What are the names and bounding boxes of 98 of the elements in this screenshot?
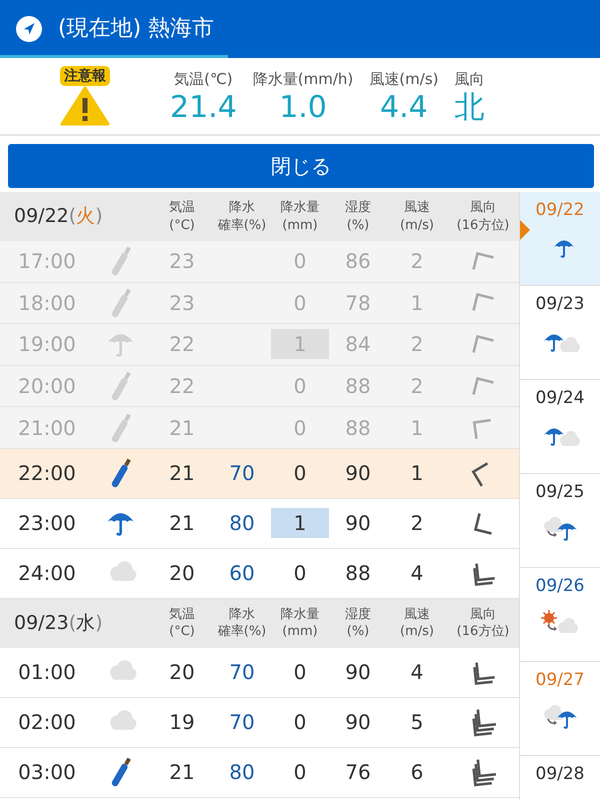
- reading-label: 降水量(mm/h): [252, 69, 354, 90]
- table-cell-text: 23: [169, 248, 195, 276]
- column-header: 風向 (16方位): [456, 606, 510, 642]
- table-cell-text: 2: [410, 373, 424, 400]
- column-header: 降水 確率(%): [216, 198, 268, 234]
- day-tab[interactable]: 09/23: [520, 286, 600, 380]
- table-cell-text: 20: [169, 659, 195, 686]
- table-cell-text: 86: [345, 248, 371, 276]
- column-header: 気温 (°C): [168, 198, 196, 234]
- table-cell-text: 20: [169, 560, 195, 588]
- table-cell-text: 2: [410, 510, 424, 538]
- table-cell: 1: [271, 508, 329, 538]
- column-header: 風速 (m/s): [399, 606, 435, 642]
- table-cell-text: 22: [169, 373, 195, 400]
- column-header: 降水 確率(%): [216, 606, 268, 642]
- table-cell-text: 1: [410, 290, 424, 317]
- location-title: (現在地) 熱海市: [58, 16, 214, 42]
- table-cell-text: 24:00: [18, 560, 76, 588]
- column-header: 気温 (°C): [168, 606, 196, 642]
- wind-direction-icon: [472, 334, 494, 354]
- column-header: 降水量 (mm): [280, 198, 320, 234]
- close-button[interactable]: 閉じる: [8, 144, 594, 188]
- table-cell-text: 70: [229, 709, 255, 736]
- table-cell-text: 21:00: [18, 414, 76, 442]
- table-cell-text: 0: [292, 560, 308, 588]
- table-cell-text: 70: [229, 659, 255, 686]
- table-cell-text: 2: [410, 331, 424, 358]
- table-cell-text: 1: [410, 414, 424, 442]
- sun-to-cloud-icon: [540, 608, 580, 636]
- table-cell-text: 21: [169, 414, 195, 442]
- day-tab[interactable]: 09/26: [520, 568, 600, 662]
- table-cell-text: 0: [292, 373, 308, 400]
- wind-direction-icon: [472, 252, 494, 271]
- wind-direction-icon: [472, 293, 494, 312]
- table-cell-text: 80: [229, 510, 255, 538]
- table-cell-text: 88: [345, 560, 371, 588]
- day-tab[interactable]: 09/28: [520, 756, 600, 800]
- column-header: 湿度 (%): [344, 198, 372, 234]
- table-cell-text: 0: [292, 709, 308, 736]
- table-cell-text: 23: [169, 290, 195, 317]
- table-cell-text: 90: [345, 659, 371, 686]
- table-cell-text: 19:00: [18, 331, 76, 358]
- reading-label: 風速(m/s): [369, 69, 438, 90]
- table-cell-text: 90: [345, 709, 371, 736]
- table-cell-text: 22: [169, 331, 195, 358]
- table-cell-text: 0: [292, 414, 308, 442]
- table-cell-text: 0: [292, 759, 308, 786]
- table-cell-text: 88: [345, 414, 371, 442]
- table-cell-text: 1: [410, 460, 424, 488]
- wind-direction-icon: [474, 512, 492, 535]
- reading-label: 風向: [454, 69, 484, 90]
- table-cell-text: 0: [292, 659, 308, 686]
- table-cell-text: 84: [345, 331, 371, 358]
- table-cell-text: 6: [410, 759, 424, 786]
- wind-direction-icon: [472, 376, 494, 396]
- table-cell-text: 18:00: [18, 290, 76, 317]
- table-cell-text: 21: [169, 510, 195, 538]
- table-cell-text: 76: [345, 759, 371, 786]
- table-cell-text: 01:00: [18, 659, 76, 686]
- table-cell-text: 90: [345, 460, 371, 488]
- table-cell-text: 03:00: [18, 759, 76, 786]
- table-cell-text: 22:00: [18, 460, 76, 488]
- table-cell-text: 0: [292, 460, 308, 488]
- table-cell-text: 0: [292, 290, 308, 317]
- table-cell-text: 5: [410, 709, 424, 736]
- table-cell-text: 2: [410, 248, 424, 276]
- table-cell-text: 88: [345, 373, 371, 400]
- table-cell-text: 4: [410, 560, 424, 588]
- day-tab[interactable]: 09/25: [520, 474, 600, 568]
- day-date: 09/23(水): [13, 611, 104, 636]
- selection-pointer-icon: [520, 220, 530, 240]
- table-cell-text: 19: [169, 709, 195, 736]
- table-cell-text: 23:00: [18, 510, 76, 538]
- column-header: 風向 (16方位): [456, 198, 510, 234]
- warning-icon: [60, 86, 110, 126]
- table-cell-text: 90: [345, 510, 371, 538]
- column-header: 風速 (m/s): [399, 198, 435, 234]
- day-tab[interactable]: 09/24: [520, 380, 600, 474]
- table-cell-text: 4: [410, 659, 424, 686]
- table-cell-text: 02:00: [18, 709, 76, 736]
- reading-value: 4.4: [380, 90, 428, 124]
- table-cell-text: 0: [292, 248, 308, 276]
- table-cell-text: 20:00: [18, 373, 76, 400]
- warning-badge: 注意報: [60, 66, 110, 86]
- table-cell-text: 60: [229, 560, 255, 588]
- table-cell-text: 80: [229, 759, 255, 786]
- reading-value: 北: [454, 90, 484, 124]
- day-date: 09/22(火): [13, 204, 104, 230]
- table-cell-text: 21: [169, 759, 195, 786]
- table-cell-text: 21: [169, 460, 195, 488]
- reading-value: 1.0: [279, 90, 327, 124]
- column-header: 降水量 (mm): [280, 606, 320, 642]
- table-cell-text: 78: [345, 290, 371, 317]
- reading-label: 気温(℃): [174, 69, 233, 90]
- reading-value: 21.4: [170, 90, 237, 124]
- table-cell-text: 17:00: [18, 248, 76, 276]
- table-cell-text: 70: [229, 460, 255, 488]
- column-header: 湿度 (%): [344, 606, 372, 642]
